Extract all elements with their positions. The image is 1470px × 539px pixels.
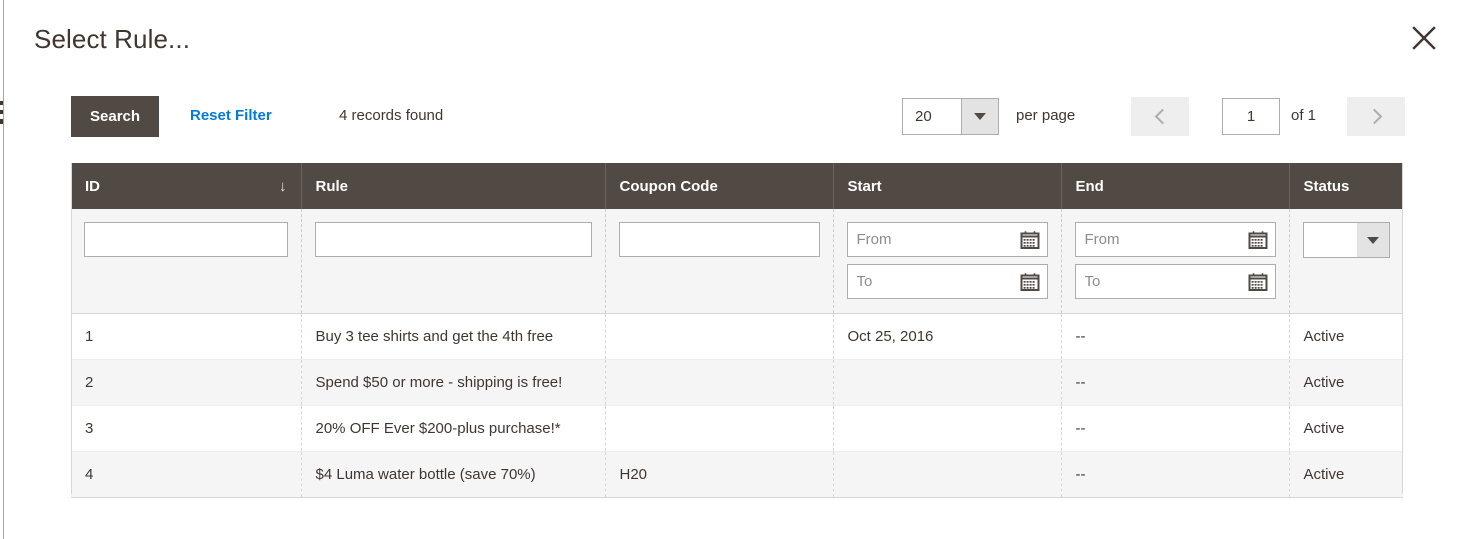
cell-start: Oct 25, 2016	[833, 313, 1062, 360]
filter-start-from-input[interactable]	[846, 222, 1048, 257]
cell-status: Active	[1289, 405, 1403, 452]
cell-rule: Buy 3 tee shirts and get the 4th free	[301, 313, 606, 360]
cell-status: Active	[1289, 451, 1403, 498]
records-found-label: 4 records found	[339, 107, 444, 124]
filter-end-to-input[interactable]	[1074, 264, 1276, 299]
cell-end: --	[1061, 313, 1290, 360]
column-header-rule[interactable]: Rule	[301, 163, 606, 209]
table-row[interactable]: 3 20% OFF Ever $200-plus purchase!* -- A…	[71, 405, 1403, 452]
previous-page-button[interactable]	[1131, 97, 1189, 136]
filter-end-to-wrap	[1074, 264, 1276, 299]
column-header-status[interactable]: Status	[1289, 163, 1403, 209]
chevron-down-icon	[1357, 223, 1389, 257]
cell-coupon	[605, 405, 834, 452]
page-title: Select Rule...	[34, 24, 191, 54]
column-header-status-label: Status	[1303, 177, 1350, 195]
next-page-button[interactable]	[1347, 97, 1405, 136]
cell-status: Active	[1289, 313, 1403, 360]
column-header-id-label: ID	[85, 177, 100, 195]
filter-coupon-code-input[interactable]	[618, 222, 820, 257]
table-row[interactable]: 1 Buy 3 tee shirts and get the 4th free …	[71, 313, 1403, 360]
grid-filter-row	[71, 209, 1403, 314]
cell-start	[833, 451, 1062, 498]
cell-coupon: H20	[605, 451, 834, 498]
grid-header-row: ID ↓ Rule Coupon Code Start End Status	[71, 163, 1403, 209]
cell-id: 1	[71, 313, 302, 360]
chevron-left-icon	[1154, 108, 1170, 125]
column-header-id[interactable]: ID ↓	[71, 163, 302, 209]
per-page-value: 20	[915, 108, 932, 125]
filter-cell-status	[1289, 209, 1403, 314]
per-page-select[interactable]: 20	[902, 98, 999, 135]
column-header-start-label: Start	[847, 177, 882, 195]
cell-start	[833, 359, 1062, 406]
filter-start-to-input[interactable]	[846, 264, 1048, 299]
calendar-icon[interactable]	[1248, 272, 1268, 291]
close-icon[interactable]	[1406, 20, 1442, 56]
column-header-coupon-code[interactable]: Coupon Code	[605, 163, 834, 209]
cell-status: Active	[1289, 359, 1403, 406]
filter-start-from-wrap	[846, 222, 1048, 257]
cell-rule: Spend $50 or more - shipping is free!	[301, 359, 606, 406]
cell-id: 4	[71, 451, 302, 498]
filter-rule-input[interactable]	[314, 222, 592, 257]
cell-id: 2	[71, 359, 302, 406]
filter-end-from-wrap	[1074, 222, 1276, 257]
per-page-label: per page	[1016, 107, 1076, 124]
filter-cell-id	[71, 209, 302, 314]
cell-id: 3	[71, 405, 302, 452]
filter-status-value	[1304, 223, 1358, 257]
cell-end: --	[1061, 359, 1290, 406]
filter-id-input[interactable]	[84, 222, 288, 257]
column-header-end-label: End	[1075, 177, 1104, 195]
column-header-rule-label: Rule	[315, 177, 349, 195]
cell-end: --	[1061, 451, 1290, 498]
filter-start-to-wrap	[846, 264, 1048, 299]
cell-coupon	[605, 313, 834, 360]
column-header-coupon-code-label: Coupon Code	[619, 177, 718, 195]
chevron-down-icon	[961, 99, 998, 134]
filter-cell-rule	[301, 209, 606, 314]
cell-start	[833, 405, 1062, 452]
column-header-end[interactable]: End	[1061, 163, 1290, 209]
filter-cell-coupon-code	[605, 209, 834, 314]
column-header-start[interactable]: Start	[833, 163, 1062, 209]
total-pages-label: of 1	[1291, 107, 1317, 124]
select-rule-modal: Select Rule... Search Reset Filter 4 rec…	[0, 0, 1470, 539]
cell-end: --	[1061, 405, 1290, 452]
arrow-down-icon: ↓	[279, 177, 287, 195]
page-left-divider	[3, 0, 4, 539]
filter-status-select[interactable]	[1302, 222, 1390, 258]
table-row[interactable]: 2 Spend $50 or more - shipping is free! …	[71, 359, 1403, 406]
search-button[interactable]: Search	[71, 96, 160, 137]
table-row[interactable]: 4 $4 Luma water bottle (save 70%) H20 --…	[71, 451, 1403, 498]
grid-toolbar: Search Reset Filter 4 records found 20 p…	[0, 96, 1470, 138]
calendar-icon[interactable]	[1020, 230, 1040, 249]
reset-filter-link[interactable]: Reset Filter	[190, 105, 272, 127]
cell-rule: $4 Luma water bottle (save 70%)	[301, 451, 606, 498]
cell-coupon	[605, 359, 834, 406]
filter-cell-start	[833, 209, 1062, 314]
grid-body: 1 Buy 3 tee shirts and get the 4th free …	[71, 313, 1403, 498]
calendar-icon[interactable]	[1248, 230, 1268, 249]
filter-cell-end	[1061, 209, 1290, 314]
chevron-right-icon	[1366, 108, 1382, 125]
calendar-icon[interactable]	[1020, 272, 1040, 291]
cell-rule: 20% OFF Ever $200-plus purchase!*	[301, 405, 606, 452]
filter-end-from-input[interactable]	[1074, 222, 1276, 257]
page-number-input[interactable]	[1222, 98, 1280, 135]
rules-grid: ID ↓ Rule Coupon Code Start End Status F…	[71, 163, 1403, 498]
